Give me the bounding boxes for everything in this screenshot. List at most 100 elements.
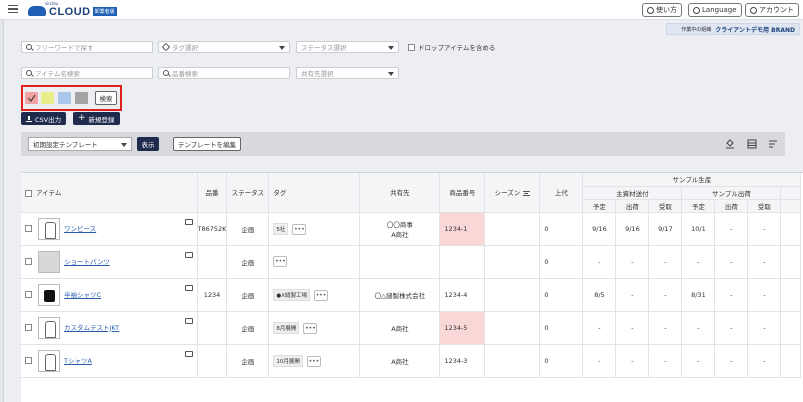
- main-ship-cell: -: [615, 344, 650, 378]
- tag-cell: ●X縫製工場 •••: [268, 278, 361, 312]
- include-drop-checkbox[interactable]: ドロップアイテムを含める: [408, 42, 495, 52]
- app-logo[interactable]: sircleu CLOUD 卸業者版: [28, 1, 117, 18]
- main-recv-cell: -: [648, 311, 683, 345]
- tag-chip[interactable]: 5社: [273, 222, 289, 235]
- csv-label: CSV出力: [35, 115, 62, 124]
- item-name-link[interactable]: ワンピース: [64, 225, 96, 233]
- main-ship-cell: -: [615, 245, 650, 279]
- sample-plan-cell: -: [681, 245, 716, 279]
- filter-icon[interactable]: [523, 190, 531, 196]
- share-text: 〇〇商事: [386, 220, 413, 229]
- freeword-search-input[interactable]: フリーワードで探す: [21, 41, 153, 53]
- item-name-search-input[interactable]: アイテム名検索: [21, 67, 153, 79]
- header-item[interactable]: アイテム: [21, 173, 198, 213]
- table-row[interactable]: カスタムテストJKT 企画 8月展開 ••• A商社 1234-5 0- - - - - -: [21, 311, 802, 345]
- comment-icon[interactable]: [184, 350, 193, 357]
- sort-icon[interactable]: [768, 139, 778, 149]
- language-label: Language: [702, 6, 737, 14]
- template-value: 初期設定テンプレート: [33, 141, 98, 149]
- item-name-placeholder: アイテム名検索: [35, 70, 80, 78]
- comment-icon[interactable]: [184, 218, 193, 225]
- main-recv-cell: 9/17: [648, 212, 683, 246]
- item-thumbnail[interactable]: [38, 349, 60, 372]
- hinban-cell: 1234: [197, 278, 228, 312]
- item-name-link[interactable]: 半袖シャツC: [64, 291, 101, 299]
- edit-template-button[interactable]: テンプレートを編集: [173, 137, 241, 151]
- organization-bar[interactable]: 作業中の組織 クライアントデモ用 BRAND: [666, 23, 800, 35]
- status-cell: 企画: [226, 278, 270, 312]
- account-label: アカウント: [759, 6, 794, 14]
- product-no-cell: 1234-3: [439, 344, 486, 378]
- sample-recv-cell: -: [747, 212, 782, 246]
- row-checkbox[interactable]: [25, 291, 32, 298]
- share-cell: 〇〇商事 A商社: [359, 212, 441, 246]
- csv-export-button[interactable]: CSV出力: [21, 112, 67, 125]
- row-checkbox[interactable]: [25, 258, 32, 265]
- template-toolbar: 初期設定テンプレート 表示 テンプレートを編集: [21, 132, 785, 156]
- hinban-cell: T86752K: [197, 212, 228, 246]
- row-checkbox[interactable]: [25, 357, 32, 364]
- supplier-select[interactable]: 共有先選択: [296, 67, 399, 79]
- item-thumbnail[interactable]: [38, 250, 60, 273]
- paint-bucket-icon[interactable]: [725, 139, 735, 149]
- columns-icon[interactable]: [747, 139, 757, 149]
- table-row[interactable]: 半袖シャツC 1234 企画 ●X縫製工場 ••• 〇△縫製株式会社 1234-4 0 8/5-…: [21, 278, 802, 312]
- header-upper: 上代: [539, 173, 584, 213]
- color-swatch-yellow[interactable]: [41, 92, 54, 104]
- help-label: 使い方: [656, 6, 677, 14]
- table-row[interactable]: TシャツA 企画 10月展開 ••• A商社 1234-3 0- - - - - -: [21, 344, 802, 378]
- more-options-button[interactable]: •••: [292, 223, 307, 235]
- left-edge-rail: [0, 20, 4, 402]
- item-name-link[interactable]: ショートパンツ: [64, 258, 110, 266]
- color-swatch-blue[interactable]: [58, 92, 71, 104]
- select-all-checkbox[interactable]: [25, 189, 32, 197]
- show-button[interactable]: 表示: [137, 137, 159, 151]
- row-checkbox[interactable]: [25, 324, 32, 331]
- header-sample-production: サンプル生産: [582, 173, 802, 187]
- tag-select[interactable]: タグ選択: [158, 41, 290, 53]
- header-share: 共有先: [359, 173, 441, 213]
- table-row[interactable]: ショートパンツ 企画 ••• 0- - - - - -: [21, 245, 802, 279]
- table-row[interactable]: ワンピース T86752K 企画 5社 ••• 〇〇商事 A商社 1234-1 0 9/16 9/1…: [21, 212, 802, 246]
- sample-ship-cell: -: [714, 311, 749, 345]
- language-button[interactable]: Language: [688, 3, 742, 17]
- item-thumbnail[interactable]: [38, 283, 60, 306]
- new-register-button[interactable]: + 新規登録: [73, 112, 120, 125]
- more-options-button[interactable]: •••: [303, 322, 318, 334]
- main-recv-cell: -: [648, 278, 683, 312]
- header-season[interactable]: シーズン: [484, 173, 541, 213]
- tag-cell: 5社 •••: [268, 212, 361, 246]
- check-icon: [27, 94, 36, 102]
- sample-recv-cell: -: [747, 344, 782, 378]
- comment-icon[interactable]: [184, 317, 193, 324]
- season-cell: [484, 278, 541, 312]
- sample-plan-cell: 8/31: [681, 278, 716, 312]
- comment-icon[interactable]: [184, 251, 193, 258]
- main-ship-cell: -: [615, 311, 650, 345]
- item-thumbnail[interactable]: [38, 217, 60, 240]
- item-thumbnail[interactable]: [38, 316, 60, 339]
- status-select[interactable]: ステータス選択: [296, 41, 399, 53]
- product-no-search-input[interactable]: 品番検索: [158, 67, 290, 79]
- account-button[interactable]: アカウント: [745, 3, 799, 17]
- header-product-no: 商品番号: [439, 173, 486, 213]
- more-options-button[interactable]: •••: [314, 289, 328, 301]
- search-button[interactable]: 検索: [95, 91, 117, 105]
- tag-chip[interactable]: ●X縫製工場: [273, 288, 310, 301]
- help-button[interactable]: 使い方: [642, 3, 682, 17]
- comment-icon[interactable]: [184, 284, 193, 291]
- season-cell: [484, 311, 541, 345]
- item-name-link[interactable]: TシャツA: [64, 357, 92, 365]
- color-swatch-gray[interactable]: [75, 92, 88, 104]
- more-options-button[interactable]: •••: [306, 355, 321, 367]
- template-select[interactable]: 初期設定テンプレート: [28, 137, 132, 151]
- tag-chip[interactable]: 10月展開: [273, 354, 303, 367]
- tag-chip[interactable]: 8月展開: [273, 321, 300, 334]
- item-name-link[interactable]: カスタムテストJKT: [64, 324, 119, 332]
- row-checkbox[interactable]: [25, 225, 32, 232]
- checkbox-icon[interactable]: [408, 43, 415, 51]
- color-swatch-pink[interactable]: [25, 92, 38, 104]
- hamburger-menu-icon[interactable]: [8, 5, 18, 13]
- upper-cell: 0: [539, 278, 584, 312]
- more-options-button[interactable]: •••: [273, 256, 288, 267]
